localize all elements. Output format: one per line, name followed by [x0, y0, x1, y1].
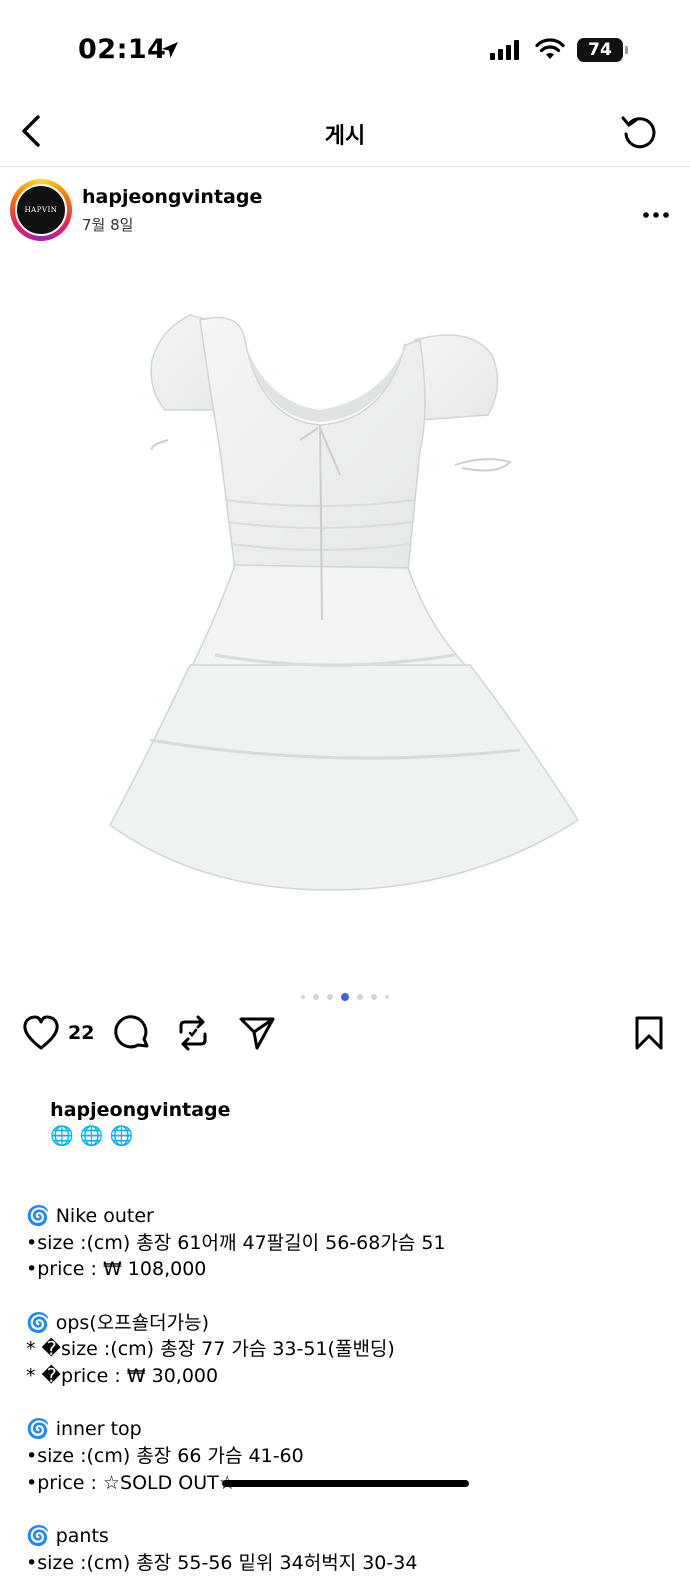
like-heart-icon[interactable]: [22, 1015, 60, 1055]
carousel-dot: [385, 994, 389, 999]
refresh-icon[interactable]: [620, 112, 660, 156]
caption-line: 🌀 pants: [26, 1525, 109, 1548]
save-bookmark-icon[interactable]: [634, 1015, 664, 1055]
home-indicator: [222, 1480, 469, 1487]
caption-line: ​: [26, 1497, 666, 1524]
caption-line: •size :(cm) 총장 61어깨 47팔길이 56-68가슴 51: [26, 1231, 446, 1254]
carousel-indicator: [0, 986, 690, 1005]
post-username[interactable]: hapjeongvintage: [82, 186, 262, 208]
comment-icon[interactable]: [114, 1015, 150, 1055]
caption-line: ​: [26, 1390, 666, 1417]
location-arrow-icon: [160, 40, 180, 64]
carousel-dot-active: [341, 992, 349, 1001]
caption-username[interactable]: hapjeongvintage: [50, 1099, 230, 1121]
post-date: 7월 8일: [82, 216, 134, 234]
carousel-dot: [301, 994, 305, 999]
wifi-icon: [535, 38, 565, 64]
caption-line: * �size :(cm) 총장 77 가슴 33-51(풀밴딩): [26, 1338, 395, 1361]
carousel-dot: [371, 993, 377, 1000]
battery-indicator: 74: [577, 38, 628, 62]
caption-line: 🌀 inner top: [26, 1418, 142, 1441]
caption-line: ​: [26, 1283, 666, 1310]
caption-line: 🌀 Nike outer: [26, 1204, 154, 1227]
caption-line: •size :(cm) 총장 55-56 밑위 34허벅지 30-34: [26, 1551, 418, 1574]
caption-line: •size :(cm) 총장 66 가슴 41-60: [26, 1445, 304, 1468]
carousel-dot: [327, 993, 333, 1000]
post-caption: hapjeongvintage 🌐 🌐 🌐 🌀 Nike outer •size…: [26, 1070, 666, 1577]
status-time: 02:14: [78, 34, 167, 65]
cellular-signal-icon: [490, 40, 520, 64]
caption-line: 🌀 ops(오프숄더가능): [26, 1311, 209, 1334]
like-count[interactable]: 22: [68, 1022, 94, 1044]
caption-globe-emoji: 🌐 🌐 🌐: [50, 1125, 134, 1148]
page-title: 게시: [324, 124, 366, 149]
avatar[interactable]: HAPVIN: [15, 184, 67, 236]
caption-line: •price : ₩ 108,000: [26, 1258, 207, 1281]
header-divider: [0, 166, 690, 167]
carousel-dot: [357, 993, 363, 1000]
post-image[interactable]: [0, 250, 690, 980]
share-send-icon[interactable]: [238, 1015, 276, 1055]
caption-line: * �price : ₩ 30,000: [26, 1365, 219, 1388]
repost-icon[interactable]: [175, 1014, 211, 1056]
more-options-icon[interactable]: [642, 204, 670, 223]
carousel-dot: [313, 993, 319, 1000]
